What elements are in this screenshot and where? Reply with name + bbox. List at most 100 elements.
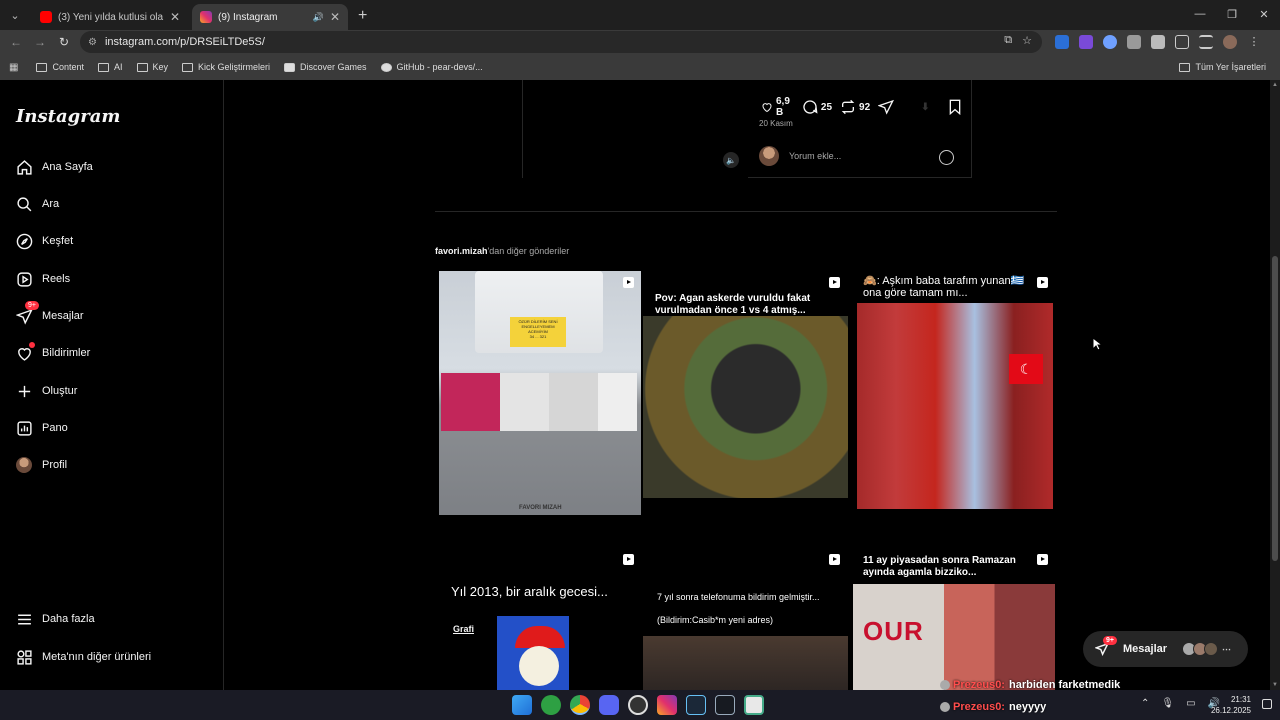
turkish-flag-icon: ☾ [1009, 354, 1043, 384]
address-bar[interactable]: ⚙ instagram.com/p/DRSEiLTDe5S/ ⧉ ☆ [80, 31, 1042, 53]
save-button[interactable] [948, 99, 965, 115]
scrollbar-thumb[interactable] [1272, 256, 1278, 561]
back-icon[interactable]: ← [4, 35, 28, 49]
chrome-icon[interactable] [570, 695, 590, 715]
sidebar-item-dashboard[interactable]: Pano [15, 419, 68, 437]
media-icon[interactable] [1199, 35, 1213, 49]
grid-post[interactable]: 🙈: Aşkım baba tarafım yunan🇬🇷 ona göre t… [851, 269, 1056, 545]
bookmark-star-icon[interactable]: ☆ [1022, 34, 1032, 47]
xbox-icon[interactable] [541, 695, 561, 715]
close-tab-icon[interactable]: ✕ [330, 10, 340, 24]
network-icon[interactable]: ▭ [1186, 698, 1195, 709]
extension-icon[interactable] [1055, 35, 1069, 49]
folder-icon [136, 62, 148, 72]
apps-grid-icon[interactable]: ▦ [9, 62, 18, 73]
all-bookmarks[interactable]: Tüm Yer İşaretleri [1179, 62, 1266, 72]
tab-youtube[interactable]: (3) Yeni yılda kutlusi ola ! Herkes ✕ [32, 4, 188, 30]
comment-button[interactable]: 25 [802, 99, 832, 115]
new-tab-button[interactable]: + [358, 7, 367, 25]
like-button[interactable]: 6,9 B [761, 96, 794, 118]
bookmark-link[interactable]: Discover Games [284, 62, 367, 72]
kebab-menu-icon[interactable]: ⋮ [1247, 35, 1261, 49]
sidebar-item-explore[interactable]: Keşfet [15, 232, 73, 250]
bookmark-link[interactable]: GitHub - pear-devs/... [380, 62, 483, 72]
menu-icon [15, 610, 33, 628]
restore-icon[interactable]: ❐ [1216, 0, 1248, 28]
chevron-up-icon[interactable]: ⌃ [1141, 698, 1149, 709]
download-icon[interactable]: ⬇ [921, 102, 929, 113]
grid-post[interactable]: ÖZÜR DİLERİM SENİ ENGELLEYEMEM ACEMİYİM … [437, 269, 642, 515]
sidebar-item-home[interactable]: Ana Sayfa [15, 158, 93, 176]
discord-icon[interactable] [599, 695, 619, 715]
bookmark-folder[interactable]: Kick Geliştirmeleri [182, 62, 270, 72]
chat-text: neyyyy [1008, 701, 1047, 713]
sidebar-item-search[interactable]: Ara [15, 195, 59, 213]
bookmark-label: AI [113, 62, 123, 72]
grid-post[interactable]: Pov: Agan askerde vuruldu fakat vurulmad… [643, 269, 848, 545]
account-link[interactable]: favori.mizah [435, 246, 488, 256]
post-caption: Pov: Agan askerde vuruldu fakat vurulmad… [655, 293, 811, 316]
messenger-icon: 9+ [15, 301, 39, 325]
comment-input[interactable]: Yorum ekle... [759, 146, 841, 166]
minimize-icon[interactable]: — [1184, 0, 1216, 28]
sidebar-item-meta-products[interactable]: Meta'nın diğer ürünleri [15, 648, 151, 666]
sidebar-item-reels[interactable]: Reels [15, 270, 70, 288]
sidebar-item-notifications[interactable]: Bildirimler [15, 342, 90, 362]
more-icon: ⋯ [1222, 643, 1232, 654]
tab-instagram[interactable]: (9) Instagram 🔊 ✕ [192, 4, 348, 30]
obs-icon[interactable] [628, 695, 648, 715]
close-window-icon[interactable]: ✕ [1248, 0, 1280, 28]
site-info-icon[interactable]: ⚙ [88, 37, 97, 48]
reload-icon[interactable]: ↻ [52, 35, 76, 49]
bookmark-folder[interactable]: Key [136, 62, 168, 72]
notifications-icon[interactable] [1262, 699, 1272, 709]
scroll-down-icon[interactable]: ▼ [1272, 682, 1278, 688]
tab-search-icon[interactable]: ⌄ [2, 2, 28, 28]
profile-avatar[interactable] [1223, 35, 1237, 49]
reel-icon [623, 277, 634, 288]
bookmark-folder[interactable]: Content [36, 62, 84, 72]
share-button[interactable] [878, 99, 897, 115]
page-scrollbar[interactable]: ▲ ▼ [1270, 80, 1280, 690]
instagram-sidebar: Instagram Ana Sayfa Ara Keşfet Reels 9+ … [0, 80, 224, 690]
app-window-icon[interactable] [744, 695, 764, 715]
comment-icon [803, 100, 818, 114]
extension-icon[interactable] [1151, 35, 1165, 49]
extension-icon[interactable] [1103, 35, 1117, 49]
steam-alt-icon[interactable] [715, 695, 735, 715]
taskbar-clock[interactable]: 21:31 26.12.2025 [1211, 694, 1251, 716]
forward-icon[interactable]: → [28, 35, 52, 49]
instagram-logo[interactable]: Instagram [16, 106, 120, 127]
instagram-app-icon[interactable] [657, 695, 677, 715]
volume-icon[interactable]: 🔈 [723, 152, 739, 168]
windows-start-icon[interactable] [512, 695, 532, 715]
sidebar-item-more[interactable]: Daha fazla [15, 610, 95, 628]
microphone-icon[interactable]: 🎙 [1161, 698, 1174, 709]
sidebar-item-messages[interactable]: 9+ Mesajlar [15, 301, 84, 325]
sidebar-item-create[interactable]: Oluştur [15, 382, 77, 400]
extension-icon[interactable] [1127, 35, 1141, 49]
profile-avatar [15, 456, 33, 474]
santa-face [519, 646, 559, 686]
post-caption-secondary: (Bildirim:Casib*m yeni adres) [657, 615, 774, 625]
close-tab-icon[interactable]: ✕ [170, 10, 180, 24]
chat-username: Prezeus0: [953, 701, 1005, 713]
bookmark-folder[interactable]: AI [97, 62, 123, 72]
post-video[interactable] [523, 80, 748, 178]
grid-post[interactable]: 11 ay piyasadan sonra Ramazan ayında aga… [851, 546, 1056, 690]
scroll-up-icon[interactable]: ▲ [1272, 82, 1278, 88]
overlay-chat-message: Prezeus0: neyyyy [940, 701, 1046, 713]
floating-messages-button[interactable]: 9+ Mesajlar ⋯ [1083, 631, 1248, 667]
emoji-icon[interactable] [939, 150, 954, 165]
sidebar-item-profile[interactable]: Profil [15, 456, 67, 474]
puzzle-icon[interactable] [1175, 35, 1189, 49]
extension-icon[interactable] [1079, 35, 1093, 49]
steam-icon[interactable] [686, 695, 706, 715]
comment-placeholder: Yorum ekle... [789, 151, 842, 161]
speaker-icon[interactable]: 🔊 [313, 12, 324, 23]
reels-icon [15, 270, 33, 288]
install-app-icon[interactable]: ⧉ [1004, 34, 1012, 47]
grid-post[interactable]: Yıl 2013, bir aralık gecesi... Grafi [437, 546, 642, 690]
grid-post[interactable]: 7 yıl sonra telefonuma bildirim gelmişti… [643, 546, 848, 690]
repost-button[interactable]: 92 [840, 99, 870, 115]
